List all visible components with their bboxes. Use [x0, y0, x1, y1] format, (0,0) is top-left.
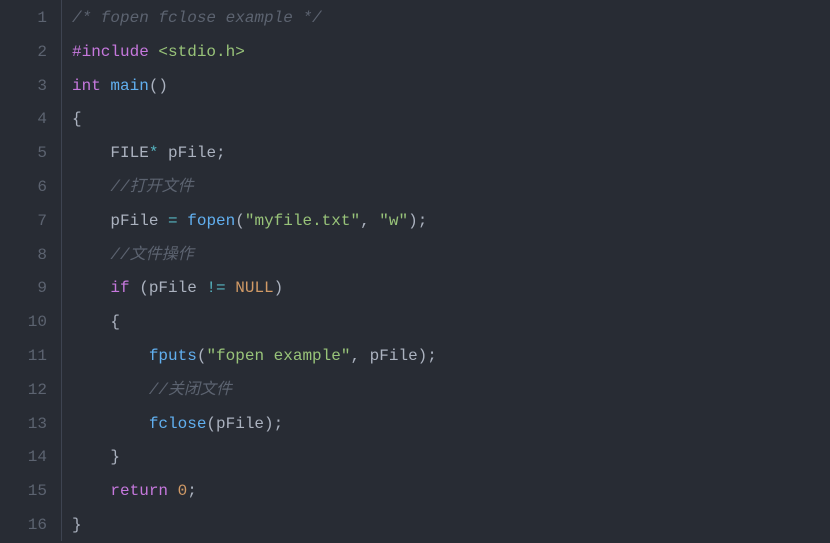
code-token: [226, 279, 236, 297]
code-token: return: [110, 482, 168, 500]
code-token: main: [110, 77, 148, 95]
code-token: {: [72, 110, 82, 128]
code-token: {: [72, 313, 120, 331]
line-number: 12: [0, 374, 47, 408]
code-token: [72, 178, 110, 196]
code-token: [72, 482, 110, 500]
code-token: ,: [360, 212, 379, 230]
code-token: (): [149, 77, 168, 95]
code-token: fclose: [149, 415, 207, 433]
code-token: [72, 415, 149, 433]
code-token: //关闭文件: [149, 381, 232, 399]
code-line[interactable]: //打开文件: [72, 171, 437, 205]
code-line[interactable]: if (pFile != NULL): [72, 272, 437, 306]
code-token: 0: [178, 482, 188, 500]
code-line[interactable]: pFile = fopen("myfile.txt", "w");: [72, 205, 437, 239]
code-token: [72, 279, 110, 297]
code-token: pFile: [168, 144, 216, 162]
code-token: NULL: [235, 279, 273, 297]
code-token: #include: [72, 43, 149, 61]
code-token: }: [72, 516, 82, 534]
code-token: "myfile.txt": [245, 212, 360, 230]
line-number: 7: [0, 205, 47, 239]
line-number: 3: [0, 70, 47, 104]
line-number-gutter: 12345678910111213141516: [0, 0, 62, 541]
code-token: [72, 246, 110, 264]
line-number: 15: [0, 475, 47, 509]
code-token: [149, 43, 159, 61]
line-number: 11: [0, 340, 47, 374]
code-token: (pFile: [130, 279, 207, 297]
code-line[interactable]: }: [72, 509, 437, 543]
code-token: fputs: [149, 347, 197, 365]
code-token: //文件操作: [110, 246, 193, 264]
code-line[interactable]: }: [72, 441, 437, 475]
line-number: 10: [0, 306, 47, 340]
line-number: 4: [0, 103, 47, 137]
code-line[interactable]: {: [72, 103, 437, 137]
code-token: //打开文件: [110, 178, 193, 196]
code-token: /* fopen fclose example */: [72, 9, 322, 27]
line-number: 2: [0, 36, 47, 70]
code-line[interactable]: fclose(pFile);: [72, 408, 437, 442]
code-token: [72, 347, 149, 365]
line-number: 16: [0, 509, 47, 543]
code-token: int: [72, 77, 101, 95]
code-token: "w": [379, 212, 408, 230]
code-line[interactable]: #include <stdio.h>: [72, 36, 437, 70]
code-token: (: [197, 347, 207, 365]
code-token: =: [168, 212, 178, 230]
code-token: *: [149, 144, 159, 162]
code-token: "fopen example": [206, 347, 350, 365]
code-token: [168, 482, 178, 500]
code-line[interactable]: FILE* pFile;: [72, 137, 437, 171]
code-line[interactable]: return 0;: [72, 475, 437, 509]
line-number: 14: [0, 441, 47, 475]
code-token: [101, 77, 111, 95]
code-token: (pFile);: [206, 415, 283, 433]
code-token: ): [274, 279, 284, 297]
code-token: pFile: [110, 212, 168, 230]
code-line[interactable]: int main(): [72, 70, 437, 104]
code-token: if: [110, 279, 129, 297]
line-number: 1: [0, 2, 47, 36]
code-token: [72, 144, 110, 162]
code-line[interactable]: /* fopen fclose example */: [72, 2, 437, 36]
code-token: [178, 212, 188, 230]
code-token: FILE: [110, 144, 148, 162]
code-line[interactable]: //关闭文件: [72, 374, 437, 408]
line-number: 6: [0, 171, 47, 205]
code-token: );: [408, 212, 427, 230]
code-line[interactable]: //文件操作: [72, 239, 437, 273]
code-line[interactable]: {: [72, 306, 437, 340]
code-token: (: [235, 212, 245, 230]
line-number: 5: [0, 137, 47, 171]
code-token: }: [72, 448, 120, 466]
code-token: , pFile);: [350, 347, 436, 365]
code-token: <stdio.h>: [158, 43, 244, 61]
code-token: [72, 212, 110, 230]
line-number: 8: [0, 239, 47, 273]
code-token: !=: [206, 279, 225, 297]
code-area[interactable]: /* fopen fclose example */ #include <stdi…: [62, 0, 437, 541]
code-token: [158, 144, 168, 162]
line-number: 9: [0, 272, 47, 306]
code-token: fopen: [187, 212, 235, 230]
code-editor[interactable]: 12345678910111213141516 /* fopen fclose …: [0, 0, 830, 541]
line-number: 13: [0, 408, 47, 442]
code-token: [72, 381, 149, 399]
code-line[interactable]: fputs("fopen example", pFile);: [72, 340, 437, 374]
code-token: ;: [216, 144, 226, 162]
code-token: ;: [187, 482, 197, 500]
